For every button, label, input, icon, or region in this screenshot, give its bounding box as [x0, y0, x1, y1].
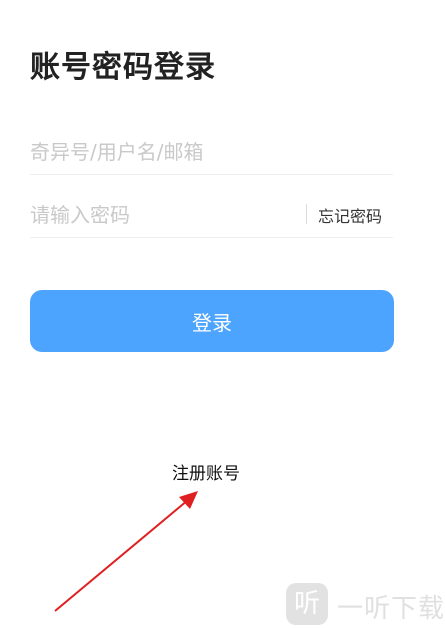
- watermark-text: 一听下载: [337, 594, 445, 624]
- username-input[interactable]: [30, 130, 393, 174]
- field-divider: [306, 204, 307, 224]
- annotation-arrowhead: [179, 491, 198, 509]
- page-title: 账号密码登录: [30, 50, 216, 85]
- password-field-container: 忘记密码: [30, 193, 393, 238]
- annotation-arrow-line: [54, 499, 189, 612]
- forgot-password-link[interactable]: 忘记密码: [318, 203, 382, 227]
- password-input[interactable]: [30, 193, 290, 237]
- watermark-logo-icon: 听: [286, 583, 328, 625]
- username-field-container: [30, 130, 393, 175]
- login-button[interactable]: 登录: [30, 290, 394, 352]
- register-link[interactable]: 注册账号: [172, 459, 240, 484]
